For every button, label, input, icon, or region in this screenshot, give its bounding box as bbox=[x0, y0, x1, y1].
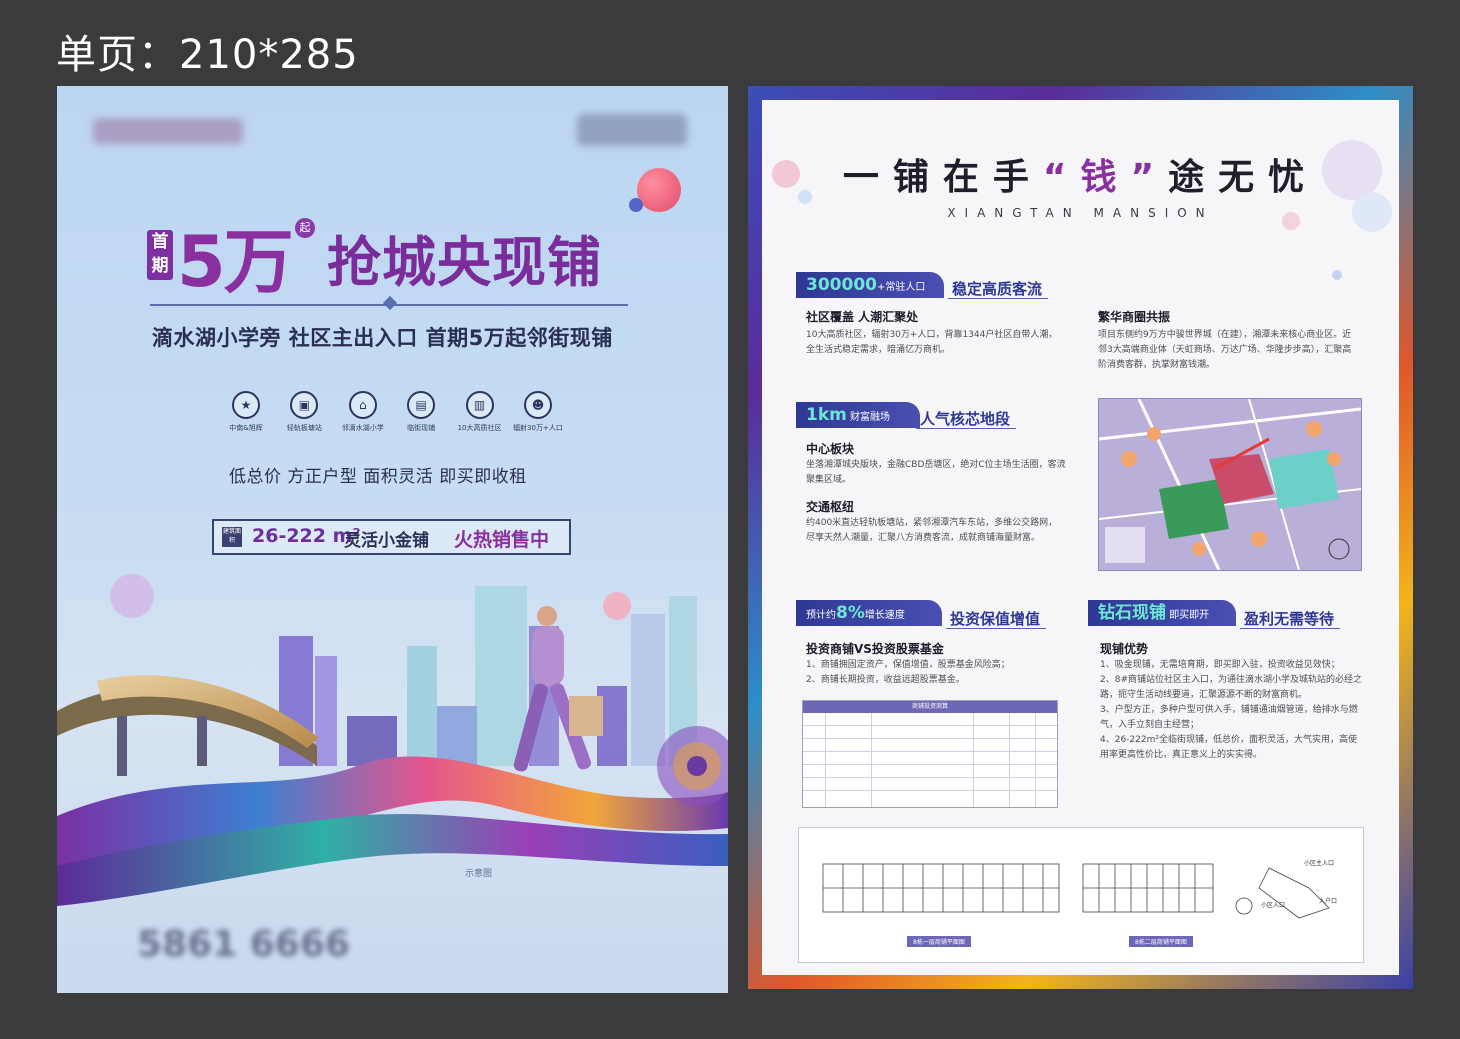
section1-left-body: 10大高质社区，辐射30万+人口，背靠1344户社区自带人潮，全生活式稳定需求，… bbox=[806, 330, 1058, 355]
people-icon: ☻ bbox=[523, 391, 552, 419]
back-subtitle: XIANGTAN MANSION bbox=[947, 206, 1214, 220]
diamond-shop-label: 钻石现铺 bbox=[1098, 603, 1166, 623]
sale-status: 火热销售中 bbox=[454, 529, 550, 551]
divider-diamond bbox=[382, 295, 398, 311]
headline-price: 5万 bbox=[177, 221, 294, 303]
city-illustration bbox=[57, 574, 728, 906]
table-grid bbox=[803, 713, 1057, 807]
pill-text: +常驻人口 bbox=[876, 282, 926, 293]
headline-text: 抢城央现铺 bbox=[327, 231, 602, 294]
train-icon: ▣ bbox=[290, 391, 319, 419]
growth-number: 8% bbox=[836, 603, 865, 623]
floor-plans: 8栋一层商铺平面图 8栋二层商铺平面图 小区主入口 小区入口 入户口 bbox=[798, 827, 1364, 963]
starting-mark: 起 bbox=[295, 218, 315, 238]
section2-pill: 1km 财富融场 bbox=[796, 402, 920, 428]
title-part: 途无忧 bbox=[1168, 157, 1319, 198]
section2-heading-2: 交通枢纽 bbox=[806, 500, 855, 514]
title-highlight: “钱” bbox=[1042, 157, 1169, 198]
school-icon: ⌂ bbox=[348, 391, 377, 419]
feature-item: ▥ 10大高质社区 bbox=[451, 391, 509, 441]
feature-label: 10大高质社区 bbox=[457, 424, 502, 432]
pill-text: 增长速度 bbox=[864, 610, 905, 621]
pill-text: 财富融场 bbox=[850, 412, 891, 423]
feature-item: ☻ 辐射30万+人口 bbox=[509, 391, 567, 441]
section3-pill: 预计约8%增长速度 bbox=[796, 600, 942, 626]
back-page: 一铺在手“钱”途无忧 XIANGTAN MANSION 300000+常驻人口 … bbox=[748, 86, 1413, 989]
section2-body-2: 约400米直达轻轨板塘站，紧邻湘潭汽车东站，多维公交路网，尽享天然人潮量，汇聚八… bbox=[806, 518, 1058, 543]
section1-underline bbox=[948, 298, 1048, 299]
map-graphic bbox=[1099, 399, 1361, 570]
section2-body-1: 坐落湘潭城央版块，金融CBD岳塘区，绝对C位主场生活圈，客流聚集区域。 bbox=[806, 460, 1066, 485]
sale-banner: 建筑面积 26-222 m² 灵活小金铺 火热销售中 bbox=[212, 519, 571, 555]
location-map bbox=[1098, 398, 1362, 571]
section1-left-heading: 社区覆盖 人潮汇聚处 bbox=[806, 310, 919, 324]
section2-heading-1: 中心板块 bbox=[806, 442, 855, 456]
section4-underline bbox=[1240, 628, 1340, 629]
first-payment-badge: 首期 bbox=[147, 230, 173, 280]
plan-drawings bbox=[822, 863, 1330, 919]
section2-title: 人气核芯地段 bbox=[920, 410, 1011, 428]
section3-title: 投资保值增值 bbox=[950, 610, 1041, 628]
sunburst-ornament bbox=[657, 726, 728, 806]
section1-right-heading: 繁华商圈共振 bbox=[1098, 310, 1171, 324]
table-title: 商铺投资测算 bbox=[803, 701, 1057, 713]
site-label: 入户口 bbox=[1319, 898, 1338, 905]
feature-label: 中南&旭辉 bbox=[229, 424, 263, 432]
building-icon: ▥ bbox=[465, 391, 494, 419]
skyline bbox=[279, 586, 697, 766]
developer-logo-blurred bbox=[93, 118, 243, 144]
illustration-note: 示意图 bbox=[465, 869, 493, 879]
section3-underline bbox=[946, 628, 1046, 629]
subline: 滴水湖小学旁 社区主出入口 首期5万起邻街现铺 bbox=[152, 326, 613, 350]
site-label: 小区主入口 bbox=[1304, 860, 1335, 867]
section4-body: 1、吸金现铺，无需培育期，即买即入驻，投资收益见效快； 2、8#商铺站位社区主入… bbox=[1100, 660, 1362, 760]
tagline: 低总价 方正户型 面积灵活 即买即收租 bbox=[229, 467, 527, 487]
section4-heading: 现铺优势 bbox=[1100, 642, 1149, 656]
section1-pill: 300000+常驻人口 bbox=[796, 272, 944, 298]
plan-caption-2: 8栋二层商铺平面图 bbox=[1129, 936, 1193, 947]
section3-heading: 投资商铺VS投资股票基金 bbox=[806, 642, 944, 656]
decorative-sphere bbox=[637, 168, 681, 212]
feature-item: ⌂ 邻滴水湖小学 bbox=[334, 391, 392, 441]
section2-underline bbox=[916, 428, 1016, 429]
section3-body: 1、商铺拥固定资产，保值增值，股票基金风险高； 2、商铺长期投资，收益远超股票基… bbox=[806, 660, 1010, 685]
feature-item: ★ 中南&旭辉 bbox=[217, 391, 275, 441]
section4-pill: 钻石现铺 即买即开 bbox=[1088, 600, 1236, 626]
pill-text: 预计约 bbox=[806, 610, 836, 621]
front-page: 首期 5万 起 抢城央现铺 滴水湖小学旁 社区主出入口 首期5万起邻街现铺 ★ … bbox=[57, 86, 728, 993]
feature-row: ★ 中南&旭辉 ▣ 轻轨板塘站 ⌂ 邻滴水湖小学 ▤ 临街现铺 ▥ 10大高质社… bbox=[217, 391, 567, 441]
decorative-bubble bbox=[1332, 270, 1342, 280]
shop-type: 灵活小金铺 bbox=[344, 531, 429, 551]
area-tag: 建筑面积 bbox=[222, 527, 242, 547]
plan-caption-1: 8栋一层商铺平面图 bbox=[907, 936, 971, 947]
back-content: 一铺在手“钱”途无忧 XIANGTAN MANSION 300000+常驻人口 … bbox=[762, 100, 1399, 975]
shop-icon: ▤ bbox=[407, 391, 436, 419]
section1-right-body: 项目东侧约9万方中骏世界城（在建），湘潭未来核心商业区。近邻3大高端商业体（天虹… bbox=[1098, 330, 1352, 370]
population-number: 300000 bbox=[806, 275, 877, 295]
feature-item: ▣ 轻轨板塘站 bbox=[275, 391, 333, 441]
site-label: 小区入口 bbox=[1261, 902, 1286, 909]
distance-number: 1km bbox=[806, 405, 847, 425]
feature-label: 轻轨板塘站 bbox=[286, 424, 322, 432]
star-badge-icon: ★ bbox=[232, 391, 260, 419]
top-label: 单页：210*285 bbox=[56, 32, 359, 78]
decorative-dot bbox=[629, 198, 643, 212]
section1-title: 稳定高质客流 bbox=[952, 280, 1043, 298]
project-logo-blurred bbox=[577, 114, 687, 146]
feature-label: 临街现铺 bbox=[407, 424, 436, 432]
feature-item: ▤ 临街现铺 bbox=[392, 391, 450, 441]
title-part: 一铺在手 bbox=[842, 157, 1043, 198]
feature-label: 邻滴水湖小学 bbox=[341, 424, 384, 432]
investment-table: 商铺投资测算 bbox=[802, 700, 1058, 808]
hotline-number-blurred: 5861 6666 bbox=[137, 924, 350, 965]
headline: 首期 5万 起 抢城央现铺 bbox=[147, 212, 647, 303]
section4-title: 盈利无需等待 bbox=[1244, 610, 1335, 628]
pill-text: 即买即开 bbox=[1169, 610, 1210, 621]
back-title: 一铺在手“钱”途无忧 bbox=[762, 148, 1399, 200]
feature-label: 辐射30万+人口 bbox=[513, 424, 563, 432]
